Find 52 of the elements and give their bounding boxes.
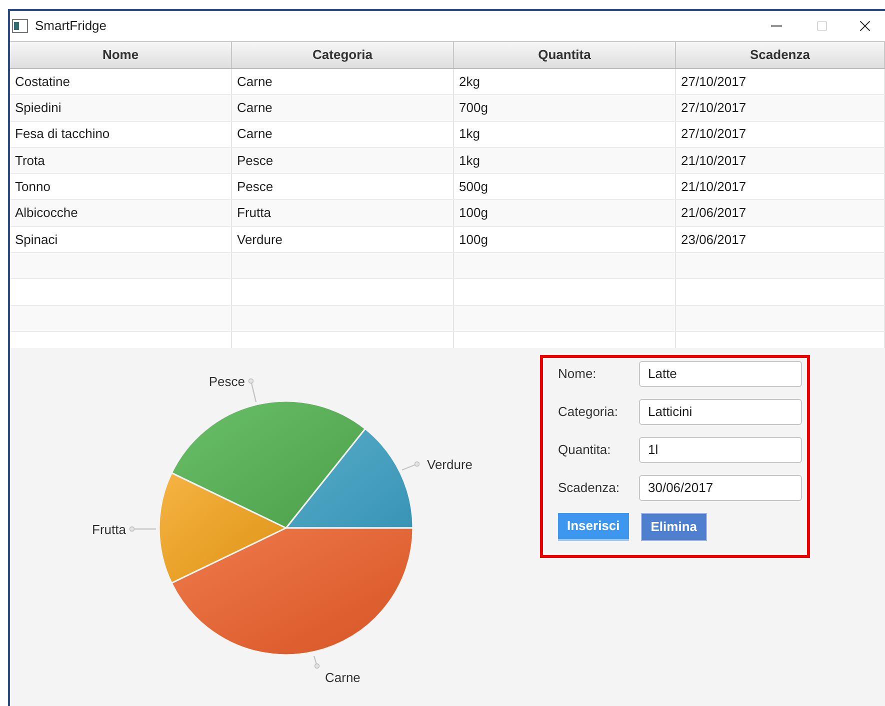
input-field[interactable]: 1l	[639, 437, 802, 463]
table-cell: Albicocche	[10, 200, 232, 226]
table-cell: Spiedini	[10, 95, 232, 121]
table-cell: Carne	[232, 69, 454, 94]
table-cell: Costatine	[10, 69, 232, 94]
minimize-icon	[770, 25, 782, 27]
slice-label: Frutta	[92, 522, 126, 537]
maximize-icon	[816, 20, 828, 32]
table-cell: Pesce	[232, 148, 454, 174]
table-cell: Carne	[232, 122, 454, 147]
leader-line	[313, 656, 320, 669]
table-cell: Verdure	[232, 226, 454, 252]
table-cell: Spinaci	[10, 226, 232, 252]
table-cell: Frutta	[232, 200, 454, 226]
window-title: SmartFridge	[35, 17, 107, 36]
form-button[interactable]: Elimina	[640, 513, 708, 541]
field-label: Categoria:	[558, 403, 619, 422]
table-cell: Tonno	[10, 174, 232, 200]
leader-line	[129, 526, 156, 532]
table-cell: 21/10/2017	[676, 148, 885, 174]
table-cell: 27/10/2017	[676, 95, 885, 121]
table-cell: 23/06/2017	[676, 226, 885, 252]
table-cell: 500g	[454, 174, 676, 200]
field-label: Scadenza:	[558, 479, 620, 498]
table-cell: Trota	[10, 148, 232, 174]
input-field[interactable]: Latticini	[639, 399, 802, 425]
table-cell: Carne	[232, 95, 454, 121]
table-cell: 700g	[454, 95, 676, 121]
table-cell: 27/10/2017	[676, 69, 885, 94]
column-header[interactable]: Nome	[10, 42, 232, 68]
column-header[interactable]: Quantita	[454, 42, 676, 68]
field-label: Quantita:	[558, 441, 612, 460]
leader-line	[402, 461, 420, 471]
table-cell: 27/10/2017	[676, 122, 885, 147]
table-cell: 100g	[454, 200, 676, 226]
table-cell: Fesa di tacchino	[10, 122, 232, 147]
table-cell: 2kg	[454, 69, 676, 94]
table-cell: 100g	[454, 226, 676, 252]
slice-label: Carne	[325, 670, 360, 685]
table-cell: 1kg	[454, 122, 676, 147]
table-cell: Pesce	[232, 174, 454, 200]
slice-label: Pesce	[208, 374, 245, 389]
column-header[interactable]: Categoria	[232, 42, 454, 68]
table-cell: 1kg	[454, 148, 676, 174]
table-cell: 21/06/2017	[676, 200, 885, 226]
input-field[interactable]: Latte	[639, 361, 802, 387]
slice-label: Verdure	[427, 457, 473, 472]
table-cell: 21/10/2017	[676, 174, 885, 200]
input-field[interactable]: 30/06/2017	[639, 475, 802, 501]
column-header[interactable]: Scadenza	[676, 42, 885, 68]
leader-line	[248, 378, 257, 402]
field-label: Nome:	[558, 365, 598, 384]
